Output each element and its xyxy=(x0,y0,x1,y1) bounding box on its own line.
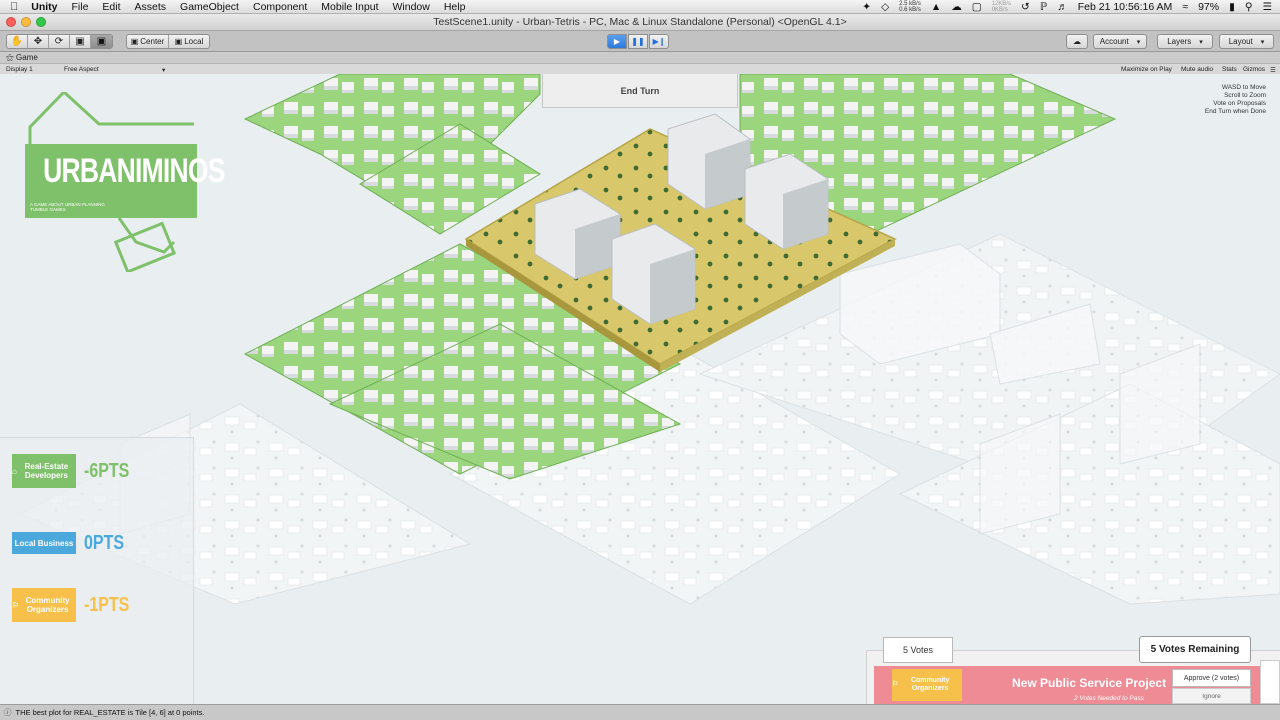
proposal-scroll-handle[interactable] xyxy=(1260,660,1280,704)
proposal-group-badge: ⚐ Community Organizers xyxy=(892,669,962,701)
mac-menu-bar:  Unity File Edit Assets GameObject Comp… xyxy=(0,0,1280,14)
ignore-button[interactable]: Ignore xyxy=(1172,688,1251,704)
menu-gameobject[interactable]: GameObject xyxy=(173,1,246,13)
local-business-badge: Local Business xyxy=(12,532,76,554)
network-meter[interactable]: 2.5 kB/s 0.6 kB/s xyxy=(899,1,921,13)
game-tab-header: ⚝ Game Display 1 Free Aspect ▾ Maximize … xyxy=(0,52,1280,74)
clock-text[interactable]: Feb 21 10:56:16 AM xyxy=(1078,1,1173,13)
center-icon: ▣ xyxy=(130,37,139,46)
account-dropdown[interactable]: Account xyxy=(1093,34,1147,49)
game-logo: URBANIMINOS A GAME ABOUT URBAN PLANNING … xyxy=(24,89,225,274)
hand-icon[interactable]: ✋ xyxy=(7,35,28,48)
unity-toolbar: ✋ ✥ ⟳ ▣ ▣ ▣ Center ▣ Local ▶ ❚❚ ▶❙ ☁ Accou… xyxy=(0,31,1280,52)
end-turn-button[interactable]: End Turn xyxy=(542,74,738,108)
votes-indicator: 5 Votes xyxy=(883,637,953,663)
local-business-points: 0PTS xyxy=(84,531,125,554)
volume-icon[interactable]: ♬ xyxy=(1057,1,1068,13)
disk-meter[interactable]: 12KB/s 0KB/s xyxy=(992,1,1011,13)
pause-icon: ❚❚ xyxy=(631,37,645,46)
score-community-organizers: ⚐ Community Organizers -1PTS xyxy=(12,588,141,622)
aspect-dropdown-arrow[interactable]: ▾ xyxy=(162,66,165,74)
pivot-local-button[interactable]: ▣ Local xyxy=(169,35,209,48)
local-icon: ▣ xyxy=(174,37,183,46)
pause-button[interactable]: ❚❚ xyxy=(628,34,648,49)
play-button[interactable]: ▶ xyxy=(607,34,627,49)
logo-title: URBANIMINOS xyxy=(43,152,225,190)
bluetooth-icon[interactable]: ℙ xyxy=(1040,1,1047,13)
controls-help: WASD to Move Scroll to Zoom Vote on Prop… xyxy=(1204,84,1266,115)
eject-icon[interactable]: ▲ xyxy=(931,1,941,13)
game-view-controls: Display 1 Free Aspect ▾ Maximize on Play… xyxy=(0,63,1280,74)
megaphone-icon: ⚐ xyxy=(12,600,20,610)
evernote-icon[interactable]: ✦ xyxy=(862,1,871,13)
game-icon: ⚝ xyxy=(6,53,14,62)
community-organizers-points: -1PTS xyxy=(84,593,130,616)
proposal-title: New Public Service Project xyxy=(1012,676,1167,690)
menu-edit[interactable]: Edit xyxy=(95,1,127,13)
step-button[interactable]: ▶❙ xyxy=(649,34,669,49)
menu-file[interactable]: File xyxy=(65,1,96,13)
wifi-icon[interactable]: ≈ xyxy=(1182,1,1188,13)
real-estate-points: -6PTS xyxy=(84,459,130,482)
notification-center-icon[interactable]: ☰ xyxy=(1263,1,1272,13)
move-icon[interactable]: ✥ xyxy=(28,35,49,48)
battery-text[interactable]: 97% xyxy=(1198,1,1219,13)
spotlight-icon[interactable]: ⚲ xyxy=(1245,1,1253,13)
step-icon: ▶❙ xyxy=(652,37,666,46)
aspect-dropdown[interactable]: Free Aspect xyxy=(64,66,99,73)
apple-icon[interactable]:  xyxy=(0,1,24,13)
rect-icon[interactable]: ▣ xyxy=(91,35,112,48)
scale-icon[interactable]: ▣ xyxy=(70,35,91,48)
window-title-bar: TestScene1.unity - Urban-Tetris - PC, Ma… xyxy=(0,14,1280,31)
votes-remaining-indicator: 5 Votes Remaining xyxy=(1139,636,1251,663)
rotate-icon[interactable]: ⟳ xyxy=(49,35,70,48)
gizmos-dropdown[interactable]: Gizmos xyxy=(1243,66,1265,73)
cloud-button[interactable]: ☁ xyxy=(1066,34,1088,49)
stats-toggle[interactable]: Stats xyxy=(1222,66,1237,73)
cloud-icon: ☁ xyxy=(1073,37,1081,46)
menu-assets[interactable]: Assets xyxy=(128,1,174,13)
menu-component[interactable]: Component xyxy=(246,1,314,13)
logo-subtitle: A GAME ABOUT URBAN PLANNING TUMBLE GAMES xyxy=(30,202,105,212)
menu-help[interactable]: Help xyxy=(437,1,473,13)
mute-audio-toggle[interactable]: Mute audio xyxy=(1181,66,1213,73)
scores-panel: ⌂ Real-Estate Developers -6PTS Local Busi… xyxy=(0,437,194,704)
battery-icon[interactable]: ▮ xyxy=(1229,1,1235,13)
proposal-votes-needed: 2 Votes Needed to Pass xyxy=(1074,695,1144,702)
tab-menu-icon[interactable]: ☰ xyxy=(1270,66,1276,74)
console-status-bar[interactable]: ⓘ THE best plot for REAL_ESTATE is Tile … xyxy=(0,704,1280,720)
score-local-business: Local Business 0PTS xyxy=(12,531,134,555)
menu-app-name[interactable]: Unity xyxy=(24,1,64,13)
time-machine-icon[interactable]: ↺ xyxy=(1021,1,1030,13)
real-estate-badge: ⌂ Real-Estate Developers xyxy=(12,454,76,488)
layout-dropdown[interactable]: Layout xyxy=(1219,34,1274,49)
menu-window[interactable]: Window xyxy=(385,1,436,13)
layers-dropdown[interactable]: Layers xyxy=(1157,34,1213,49)
transform-tools: ✋ ✥ ⟳ ▣ ▣ xyxy=(6,34,113,49)
cloud-icon[interactable]: ☁ xyxy=(951,1,962,13)
score-real-estate: ⌂ Real-Estate Developers -6PTS xyxy=(12,454,141,488)
status-message: THE best plot for REAL_ESTATE is Tile [4… xyxy=(15,708,205,717)
game-tab[interactable]: ⚝ Game xyxy=(6,53,38,63)
game-viewport[interactable]: End Turn WASD to Move Scroll to Zoom Vot… xyxy=(0,74,1280,704)
display-dropdown[interactable]: Display 1 xyxy=(6,66,33,73)
pivot-center-button[interactable]: ▣ Center xyxy=(127,35,169,48)
approve-button[interactable]: Approve (2 votes) xyxy=(1172,669,1251,687)
info-icon: ⓘ xyxy=(4,708,12,717)
play-icon: ▶ xyxy=(613,37,621,46)
maximize-on-play-toggle[interactable]: Maximize on Play xyxy=(1121,66,1172,73)
pivot-toggles: ▣ Center ▣ Local xyxy=(126,34,210,49)
monitor-icon[interactable]: ▢ xyxy=(972,1,982,13)
dropbox-icon[interactable]: ◇ xyxy=(881,1,889,13)
menu-mobile-input[interactable]: Mobile Input xyxy=(314,1,385,13)
window-title: TestScene1.unity - Urban-Tetris - PC, Ma… xyxy=(433,16,847,28)
community-organizers-badge: ⚐ Community Organizers xyxy=(12,588,76,622)
